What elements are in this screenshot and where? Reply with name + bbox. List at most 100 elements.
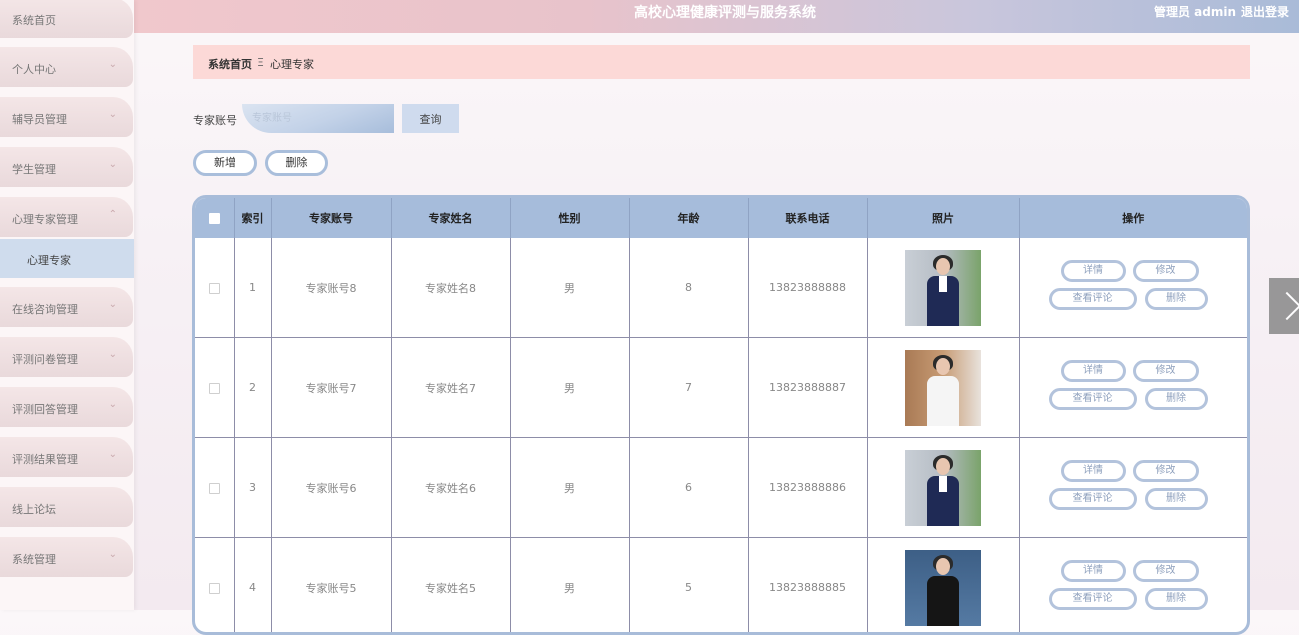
sidebar-item-label: 评测问卷管理 xyxy=(12,351,78,367)
chevron-down-icon: ⌄ xyxy=(109,299,117,310)
batch-delete-button[interactable]: 删除 xyxy=(265,150,328,176)
sidebar-subitem-expert[interactable]: 心理专家 xyxy=(0,239,134,278)
cell-photo xyxy=(867,238,1019,338)
column-header: 操作 xyxy=(1019,198,1247,238)
sidebar-item-label: 线上论坛 xyxy=(12,501,56,517)
table-row: 4 专家账号5 专家姓名5 男 5 13823888885 详情 修改 查 xyxy=(195,538,1247,635)
row-select-cell[interactable] xyxy=(195,238,234,338)
cell-account: 专家账号5 xyxy=(271,538,391,635)
select-all-checkbox[interactable] xyxy=(209,213,220,224)
cell-account: 专家账号8 xyxy=(271,238,391,338)
cell-age: 6 xyxy=(629,438,748,538)
view-comments-button[interactable]: 查看评论 xyxy=(1049,388,1137,410)
top-bar: 高校心理健康评测与服务系统 管理员 admin 退出登录 xyxy=(0,0,1299,33)
column-header: 索引 xyxy=(234,198,271,238)
cell-account: 专家账号7 xyxy=(271,338,391,438)
expert-photo xyxy=(905,350,981,426)
cell-index: 2 xyxy=(234,338,271,438)
row-select-cell[interactable] xyxy=(195,538,234,635)
row-checkbox[interactable] xyxy=(209,283,220,294)
cell-age: 7 xyxy=(629,338,748,438)
table-row: 1 专家账号8 专家姓名8 男 8 13823888888 详情 修改 查 xyxy=(195,238,1247,338)
cell-account: 专家账号6 xyxy=(271,438,391,538)
query-button[interactable]: 查询 xyxy=(402,104,459,133)
column-header: 专家姓名 xyxy=(391,198,510,238)
table-row: 3 专家账号6 专家姓名6 男 6 13823888886 详情 修改 查 xyxy=(195,438,1247,538)
cell-actions: 详情 修改 查看评论 删除 xyxy=(1019,438,1247,538)
cell-gender: 男 xyxy=(510,538,629,635)
sidebar-item-label: 在线咨询管理 xyxy=(12,301,78,317)
cell-photo xyxy=(867,338,1019,438)
view-comments-button[interactable]: 查看评论 xyxy=(1049,588,1137,610)
sidebar-item-results[interactable]: 评测结果管理 ⌄ xyxy=(0,437,133,477)
cell-index: 1 xyxy=(234,238,271,338)
view-comments-button[interactable]: 查看评论 xyxy=(1049,488,1137,510)
expert-table: 索引 专家账号 专家姓名 性别 年龄 联系电话 照片 操作 1 专家账号8 专家… xyxy=(192,195,1250,635)
detail-button[interactable]: 详情 xyxy=(1061,260,1126,282)
row-delete-button[interactable]: 删除 xyxy=(1145,588,1208,610)
cell-actions: 详情 修改 查看评论 删除 xyxy=(1019,238,1247,338)
chevron-down-icon: ⌄ xyxy=(109,59,117,70)
add-button[interactable]: 新增 xyxy=(193,150,257,176)
logout-link[interactable]: 退出登录 xyxy=(1241,3,1289,20)
detail-button[interactable]: 详情 xyxy=(1061,460,1126,482)
sidebar-item-personal-center[interactable]: 个人中心 ⌄ xyxy=(0,47,133,87)
sidebar-item-counselor-management[interactable]: 辅导员管理 ⌄ xyxy=(0,97,133,137)
detail-button[interactable]: 详情 xyxy=(1061,560,1126,582)
sidebar-item-questionnaire[interactable]: 评测问卷管理 ⌄ xyxy=(0,337,133,377)
sidebar-item-home[interactable]: 系统首页 xyxy=(0,0,133,38)
sidebar-item-label: 个人中心 xyxy=(12,61,56,77)
sidebar-item-answers[interactable]: 评测回答管理 ⌄ xyxy=(0,387,133,427)
cell-gender: 男 xyxy=(510,338,629,438)
cell-photo xyxy=(867,438,1019,538)
row-checkbox[interactable] xyxy=(209,583,220,594)
row-checkbox[interactable] xyxy=(209,383,220,394)
search-input[interactable] xyxy=(242,104,394,133)
expert-photo xyxy=(905,250,981,326)
column-header: 性别 xyxy=(510,198,629,238)
edit-button[interactable]: 修改 xyxy=(1133,360,1199,382)
select-all-cell[interactable] xyxy=(195,198,234,238)
chevron-right-icon xyxy=(1273,292,1299,320)
cell-gender: 男 xyxy=(510,438,629,538)
cell-actions: 详情 修改 查看评论 删除 xyxy=(1019,338,1247,438)
sidebar-item-label: 系统首页 xyxy=(12,12,56,28)
cell-age: 8 xyxy=(629,238,748,338)
expert-photo xyxy=(905,550,981,626)
column-header: 专家账号 xyxy=(271,198,391,238)
edit-button[interactable]: 修改 xyxy=(1133,460,1199,482)
row-delete-button[interactable]: 删除 xyxy=(1145,288,1208,310)
sidebar-item-online-consult[interactable]: 在线咨询管理 ⌄ xyxy=(0,287,133,327)
next-arrow-button[interactable] xyxy=(1269,278,1299,334)
cell-gender: 男 xyxy=(510,238,629,338)
sidebar: 系统首页 个人中心 ⌄ 辅导员管理 ⌄ 学生管理 ⌄ 心理专家管理 ⌃ 心理专家… xyxy=(0,0,134,610)
edit-button[interactable]: 修改 xyxy=(1133,560,1199,582)
column-header: 年龄 xyxy=(629,198,748,238)
chevron-down-icon: ⌄ xyxy=(109,349,117,360)
row-checkbox[interactable] xyxy=(209,483,220,494)
cell-name: 专家姓名6 xyxy=(391,438,510,538)
view-comments-button[interactable]: 查看评论 xyxy=(1049,288,1137,310)
sidebar-item-system[interactable]: 系统管理 ⌄ xyxy=(0,537,133,577)
cell-age: 5 xyxy=(629,538,748,635)
breadcrumb-home[interactable]: 系统首页 xyxy=(208,56,252,72)
row-select-cell[interactable] xyxy=(195,438,234,538)
cell-phone: 13823888887 xyxy=(748,338,867,438)
breadcrumb-separator-icon: Ξ xyxy=(257,56,264,69)
row-delete-button[interactable]: 删除 xyxy=(1145,388,1208,410)
breadcrumb: 系统首页 Ξ 心理专家 xyxy=(193,45,1250,79)
table-header-row: 索引 专家账号 专家姓名 性别 年龄 联系电话 照片 操作 xyxy=(195,198,1247,238)
cell-name: 专家姓名8 xyxy=(391,238,510,338)
sidebar-item-student-management[interactable]: 学生管理 ⌄ xyxy=(0,147,133,187)
row-select-cell[interactable] xyxy=(195,338,234,438)
chevron-down-icon: ⌄ xyxy=(109,449,117,460)
table-row: 2 专家账号7 专家姓名7 男 7 13823888887 详情 修改 查 xyxy=(195,338,1247,438)
search-label: 专家账号 xyxy=(193,112,237,128)
cell-index: 3 xyxy=(234,438,271,538)
column-header: 照片 xyxy=(867,198,1019,238)
edit-button[interactable]: 修改 xyxy=(1133,260,1199,282)
row-delete-button[interactable]: 删除 xyxy=(1145,488,1208,510)
sidebar-item-forum[interactable]: 线上论坛 xyxy=(0,487,133,527)
sidebar-item-expert-management[interactable]: 心理专家管理 ⌃ xyxy=(0,197,133,237)
detail-button[interactable]: 详情 xyxy=(1061,360,1126,382)
